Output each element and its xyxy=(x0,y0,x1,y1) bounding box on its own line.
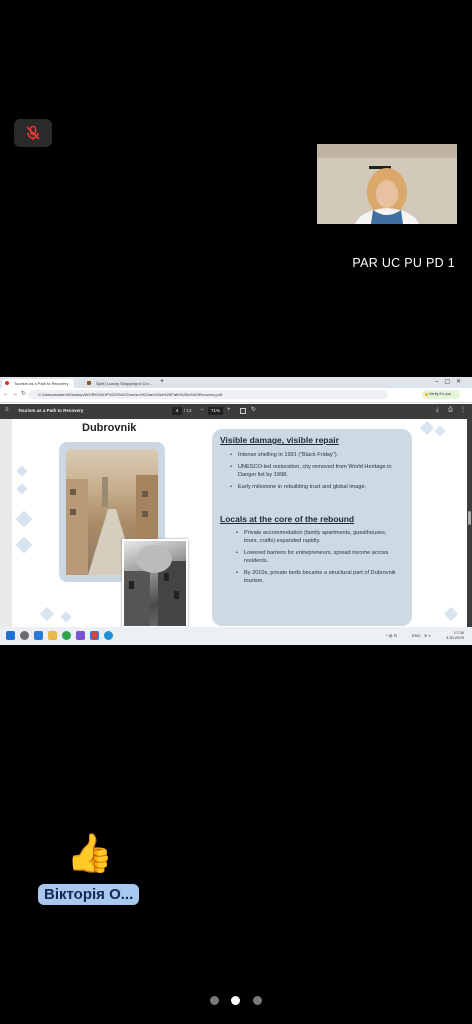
task-view-icon[interactable] xyxy=(34,631,43,640)
info-panel: Visible damage, visible repair Intense s… xyxy=(212,429,412,626)
participant-video[interactable] xyxy=(317,144,457,224)
search-icon[interactable] xyxy=(20,631,29,640)
mic-off-icon xyxy=(26,125,40,140)
decor-diamond xyxy=(39,606,55,622)
language-indicator[interactable]: ENG xyxy=(412,633,421,638)
tab-label: Split | Luxury Shopping in Cro... xyxy=(96,381,153,386)
address-bar-row: ←→↻ C:/Users/student/Desktop/WORKSHOP%20… xyxy=(0,388,472,403)
page-indicator-dot[interactable] xyxy=(253,996,262,1005)
page-total: / 13 xyxy=(184,408,192,413)
edge-icon[interactable] xyxy=(104,631,113,640)
thumbs-up-icon: 👍 xyxy=(66,833,114,875)
decor-diamond xyxy=(15,510,33,528)
decor-diamond xyxy=(443,606,459,622)
bullet-item: Private accommodation (family apartments… xyxy=(236,529,396,545)
scrollbar-thumb[interactable] xyxy=(468,511,471,525)
bullet-item: Intense shelling in 1991 (“Black Friday”… xyxy=(230,451,402,459)
reaction-sender-name: Вікторія О... xyxy=(38,884,140,905)
new-tab-icon[interactable]: + xyxy=(160,378,164,385)
bullet-list-damage: Intense shelling in 1991 (“Black Friday”… xyxy=(230,451,402,495)
tab-label: Tourism as a Path to Recovery xyxy=(14,381,69,386)
clock-date: 3.30.2025 xyxy=(446,635,464,640)
section-heading-locals: Locals at the core of the rebound xyxy=(220,514,355,524)
url-text: C:/Users/student/Desktop/WORKSHOP%203%20… xyxy=(38,392,223,397)
verify-label: Verify it's you xyxy=(429,392,452,396)
decor-diamond xyxy=(419,420,435,436)
shared-screen: Tourism as a Path to Recovery Split | Lu… xyxy=(0,377,472,645)
browser-tab[interactable]: Split | Luxury Shopping in Cro... xyxy=(84,379,156,388)
slide-page: Dubrovnik Visible damage, visible repair… xyxy=(12,419,467,627)
participant-name: PAR UC PU PD 1 xyxy=(352,256,455,270)
menu-icon[interactable]: ≡ xyxy=(5,407,9,413)
pdf-doc-title: Tourism as a Path to Recovery xyxy=(18,408,84,413)
profile-icon xyxy=(425,393,428,396)
more-options-icon[interactable]: ⋮ xyxy=(460,406,466,413)
chrome-icon[interactable] xyxy=(62,631,71,640)
mic-muted-button[interactable] xyxy=(14,119,52,147)
zoom-in-button[interactable]: + xyxy=(227,407,231,413)
decor-diamond xyxy=(60,611,72,623)
url-input[interactable]: C:/Users/student/Desktop/WORKSHOP%203%20… xyxy=(28,390,388,399)
app-icon[interactable] xyxy=(76,631,85,640)
rotate-icon[interactable]: ↻ xyxy=(251,406,256,413)
clock[interactable]: 17:38 3.30.2025 xyxy=(446,630,464,640)
slide-title: Dubrovnik xyxy=(82,422,137,434)
participant-image xyxy=(317,144,457,224)
browser-tab-active[interactable]: Tourism as a Path to Recovery xyxy=(2,379,74,388)
decor-diamond xyxy=(434,425,446,437)
decor-diamond xyxy=(16,465,28,477)
fit-page-icon[interactable] xyxy=(240,408,246,414)
active-app-icon[interactable] xyxy=(90,631,99,640)
print-icon[interactable]: ⎙ xyxy=(448,407,453,414)
pdf-toolbar: ≡ Tourism as a Path to Recovery 4 / 13 −… xyxy=(0,404,472,419)
browser-tab-bar: Tourism as a Path to Recovery Split | Lu… xyxy=(0,377,472,388)
start-menu-icon[interactable] xyxy=(6,631,15,640)
zoom-input[interactable]: 71% xyxy=(208,407,223,415)
section-heading-damage: Visible damage, visible repair xyxy=(220,435,339,445)
site-tab-icon xyxy=(87,381,91,385)
window-controls[interactable]: –▢✕ xyxy=(435,378,467,385)
os-taskbar: ^ ◍ ⊡ ENG ≋ ◖ 17:38 3.30.2025 xyxy=(0,627,472,645)
decor-diamond xyxy=(15,536,33,554)
file-explorer-icon[interactable] xyxy=(48,631,57,640)
page-indicator-dot-active[interactable] xyxy=(231,996,240,1005)
nav-arrows-icon[interactable]: ←→↻ xyxy=(3,390,29,397)
bullet-list-locals: Private accommodation (family apartments… xyxy=(236,529,396,589)
wifi-icon[interactable]: ≋ ◖ xyxy=(424,633,431,638)
bullet-item: Lowered barriers for entrepreneurs, spre… xyxy=(236,549,396,565)
pdf-tab-icon xyxy=(5,381,9,385)
zoom-out-button[interactable]: − xyxy=(200,407,204,413)
page-number-input[interactable]: 4 xyxy=(172,407,182,415)
bw-image xyxy=(124,545,186,626)
war-damage-photo xyxy=(122,539,188,627)
page-indicator-dot[interactable] xyxy=(210,996,219,1005)
download-icon[interactable]: ⤓ xyxy=(436,407,439,414)
bullet-item: UNESCO-led restoration, city removed fro… xyxy=(230,463,402,479)
bullet-item: By 2010s, private beds became a structur… xyxy=(236,569,396,585)
decor-diamond xyxy=(16,483,28,495)
tray-icons[interactable]: ^ ◍ ⊡ xyxy=(386,633,397,638)
bullet-item: Early milestone in rebuilding trust and … xyxy=(230,483,402,491)
pdf-gutter-left xyxy=(0,419,12,627)
